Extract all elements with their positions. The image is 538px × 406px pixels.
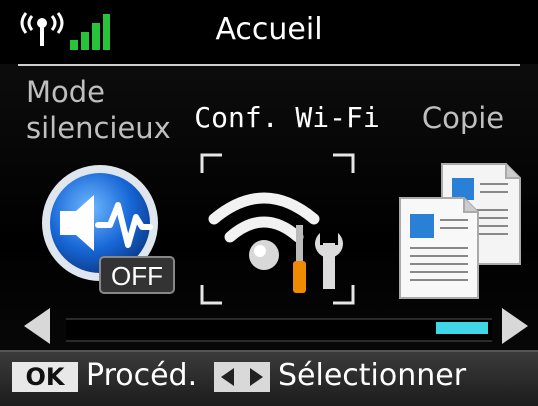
scroll-track: [66, 318, 492, 342]
page-title: Accueil: [215, 12, 323, 47]
left-right-key-icon: [214, 362, 270, 392]
wifi-setup-icon[interactable]: [200, 153, 355, 305]
ok-hint-text: Procéd.: [86, 358, 198, 393]
menu-item-copy-label[interactable]: Copie: [408, 100, 518, 136]
header-divider: [18, 64, 520, 66]
copy-documents-icon[interactable]: [398, 162, 522, 300]
printer-screen: Accueil Mode silencieux OFF Conf. Wi-Fi: [0, 0, 538, 406]
status-bar: Accueil: [0, 0, 538, 64]
menu-item-wifi-setup-label[interactable]: Conf. Wi-Fi: [192, 100, 382, 136]
label-line-1: Mode: [26, 75, 106, 109]
off-badge-text: OFF: [111, 261, 163, 291]
scroll-thumb: [436, 322, 488, 334]
ok-key-icon: OK: [12, 362, 78, 392]
speaker-off-icon[interactable]: OFF: [38, 165, 178, 295]
label-line-2: silencieux: [26, 111, 171, 145]
scroll-left-arrow-icon[interactable]: [24, 308, 50, 344]
menu-item-silent-mode-label[interactable]: Mode silencieux: [26, 74, 186, 146]
select-hint-text: Sélectionner: [278, 358, 467, 393]
scroll-right-arrow-icon[interactable]: [502, 308, 528, 344]
